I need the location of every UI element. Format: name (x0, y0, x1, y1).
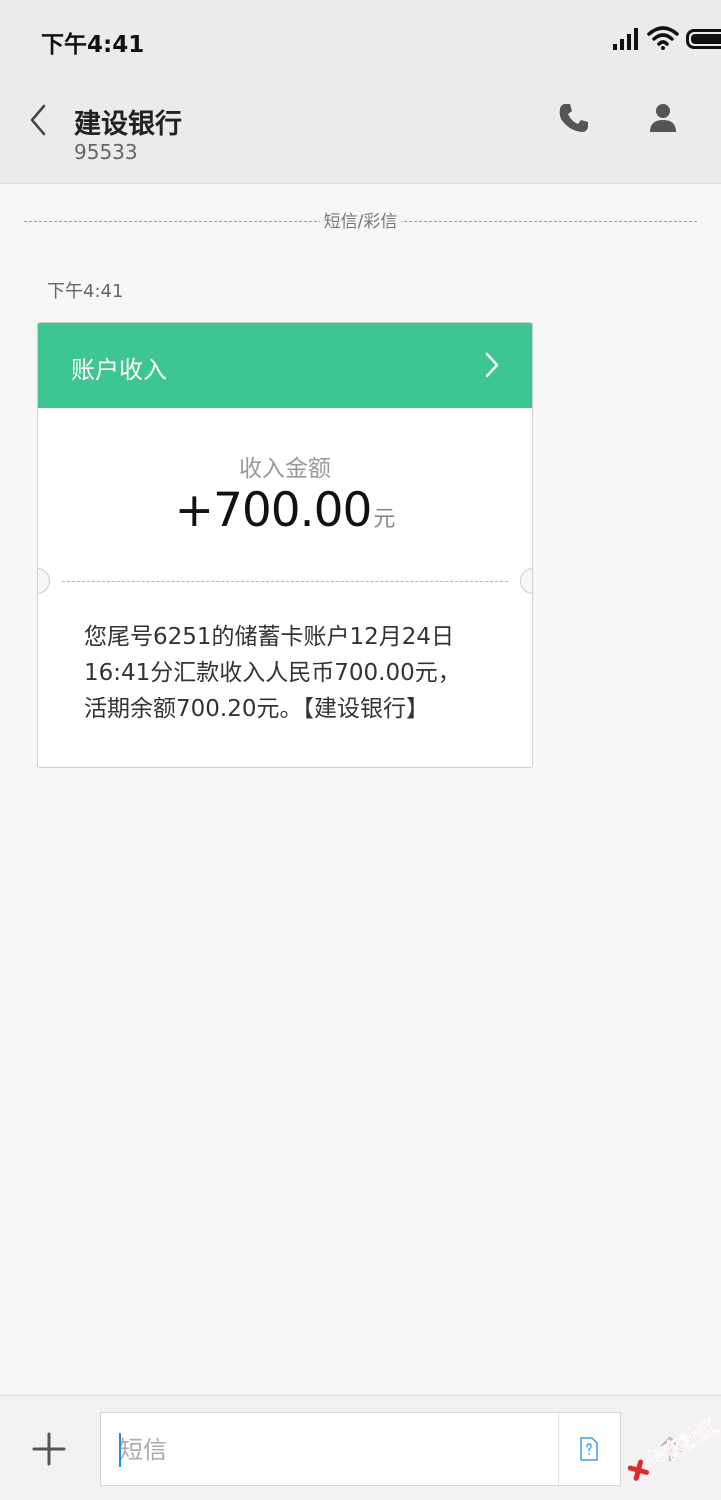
ticket-notch-right (520, 568, 532, 594)
message-body-line: 您尾号6251的储蓄卡账户12月24日 (84, 624, 455, 650)
amount-row: +700.00元 (38, 483, 532, 538)
ticket-tear-line (62, 581, 508, 582)
card-title: 账户收入 (71, 356, 167, 384)
chevron-right-icon (485, 352, 499, 378)
sim-card-icon[interactable] (580, 1437, 598, 1461)
message-type-divider: 短信/彩信 (24, 212, 697, 232)
signal-icon (613, 28, 638, 50)
status-time: 下午4:41 (41, 32, 145, 58)
battery-icon (686, 29, 721, 49)
conversation-header: 建设银行 95533 (0, 80, 721, 184)
card-header[interactable]: 账户收入 (38, 323, 532, 408)
contact-person-icon[interactable] (645, 100, 681, 136)
message-timestamp: 下午4:41 (47, 281, 124, 302)
svg-text:卡农社区: 卡农社区 (641, 1414, 720, 1475)
amount-label: 收入金额 (239, 456, 331, 482)
ticket-notch-left (38, 568, 50, 594)
income-card[interactable]: 账户收入 收入金额 +700.00元 您尾号6251的储蓄卡账户12月24日 1… (37, 322, 533, 768)
status-bar: 下午4:41 (0, 0, 721, 80)
divider-label: 短信/彩信 (319, 212, 402, 232)
text-caret (119, 1433, 121, 1467)
message-input[interactable] (119, 1431, 539, 1469)
message-body-line: 活期余额700.20元。【建设银行】 (84, 696, 429, 722)
wifi-icon (647, 26, 679, 50)
message-body-line: 16:41分汇款收入人民币700.00元， (84, 660, 461, 686)
back-arrow-icon[interactable] (22, 100, 56, 140)
message-input-box[interactable] (100, 1412, 621, 1486)
contact-number: 95533 (74, 140, 138, 164)
plus-icon[interactable] (32, 1432, 66, 1466)
input-separator (558, 1413, 559, 1485)
amount-value: +700.00 (174, 483, 373, 538)
message-body: 您尾号6251的储蓄卡账户12月24日 16:41分汇款收入人民币700.00元… (84, 619, 492, 727)
amount-unit: 元 (373, 507, 396, 532)
phone-icon[interactable] (556, 100, 592, 136)
compose-bar (0, 1395, 721, 1500)
contact-name: 建设银行 (74, 109, 182, 140)
watermark-logo: 卡农社区 (627, 1414, 720, 1481)
